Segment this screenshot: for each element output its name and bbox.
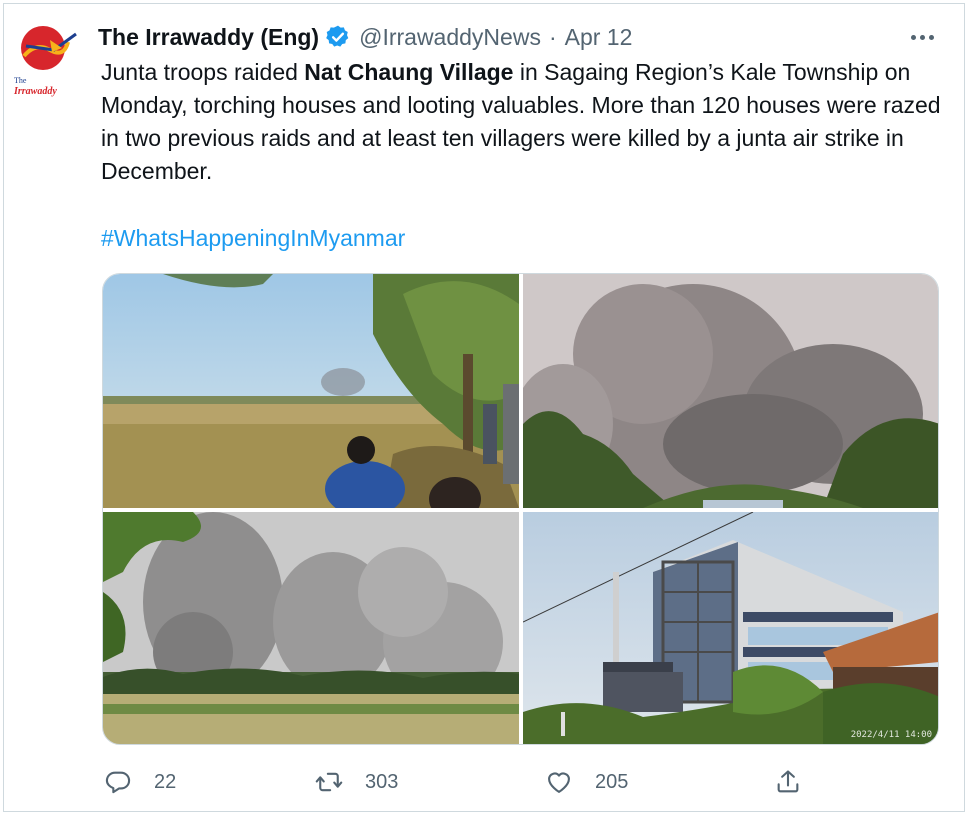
logo-text: Irrawaddy (13, 86, 57, 97)
irrawaddy-logo-icon: The Irrawaddy (13, 26, 77, 97)
author-avatar[interactable]: The Irrawaddy (10, 20, 82, 100)
action-bar: 22 303 205 (102, 764, 822, 800)
verified-badge-icon (326, 25, 349, 47)
reply-button[interactable]: 22 (104, 764, 176, 800)
photo-3[interactable] (103, 512, 519, 744)
retweet-icon (315, 772, 343, 792)
photo-2[interactable] (523, 274, 938, 508)
share-button[interactable] (774, 764, 802, 800)
like-count: 205 (595, 770, 629, 793)
header-separator: · (548, 23, 557, 50)
heart-icon (548, 772, 570, 793)
tweet-text-part1: Junta troops raided (101, 59, 305, 85)
photo-timestamp: 2022/4/11 14:00 (850, 730, 932, 740)
author-name[interactable]: The Irrawaddy (Eng) (98, 24, 319, 51)
more-options-icon[interactable] (902, 22, 942, 52)
tweet-header: The Irrawaddy (Eng) @IrrawaddyNews · Apr… (98, 22, 632, 52)
photo-4[interactable]: 2022/4/11 14:00 (523, 512, 938, 744)
like-button[interactable]: 205 (545, 764, 628, 800)
author-handle[interactable]: @IrrawaddyNews (359, 24, 541, 51)
hashtag-link[interactable]: #WhatsHappeningInMyanmar (101, 222, 405, 255)
media-grid: 2022/4/11 14:00 (102, 273, 939, 745)
tweet-date[interactable]: Apr 12 (565, 24, 633, 51)
share-icon (777, 770, 799, 793)
photo-1[interactable] (103, 274, 519, 508)
logo-text-small: The (14, 76, 27, 85)
reply-count: 22 (154, 770, 177, 793)
tweet-card[interactable]: The Irrawaddy The Irrawaddy (Eng) @Irraw… (3, 3, 965, 812)
retweet-count: 303 (365, 770, 399, 793)
reply-icon (105, 771, 131, 794)
tweet-text-bold: Nat Chaung Village (304, 59, 514, 85)
tweet-text: Junta troops raided Nat Chaung Village i… (101, 56, 951, 188)
retweet-button[interactable]: 303 (315, 764, 398, 800)
